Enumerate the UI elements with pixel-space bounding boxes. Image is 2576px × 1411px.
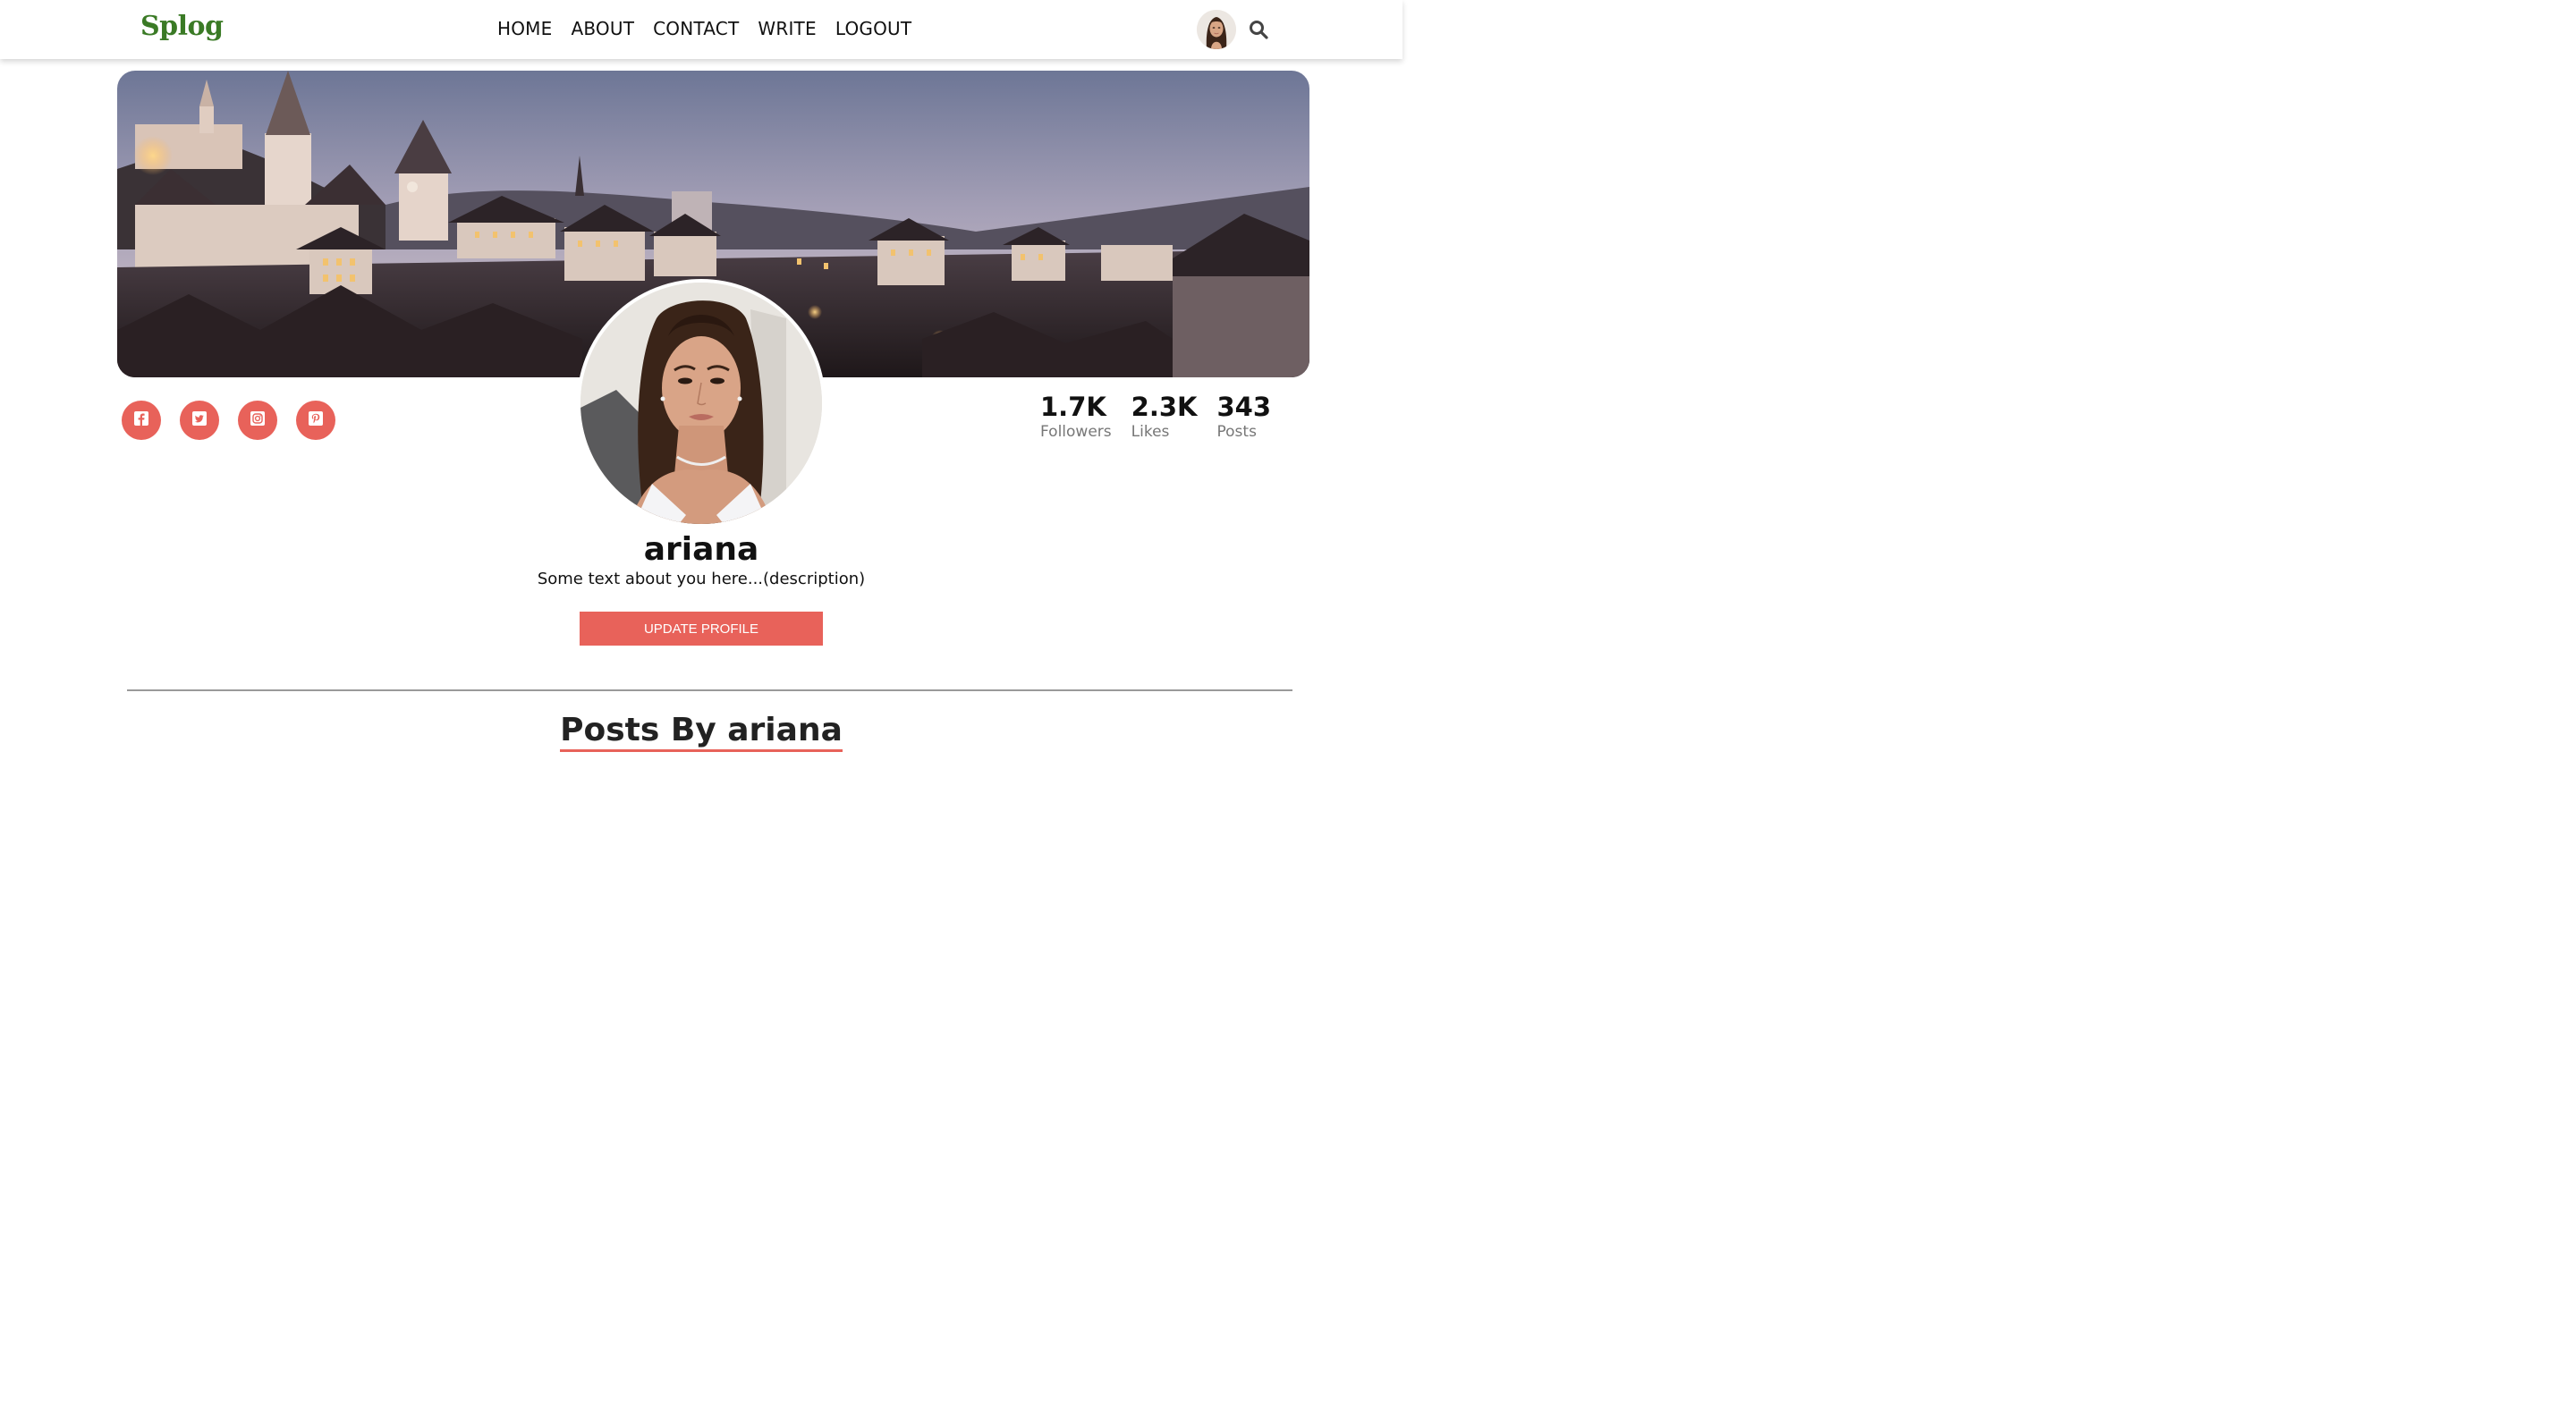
- profile-picture[interactable]: [577, 279, 826, 528]
- stat-value: 2.3K: [1131, 392, 1198, 422]
- profile-description: Some text about you here...(description): [537, 570, 866, 588]
- facebook-link[interactable]: [122, 401, 161, 440]
- nav-item-logout[interactable]: LOGOUT: [835, 18, 911, 39]
- stat-likes[interactable]: 2.3K Likes: [1131, 392, 1198, 441]
- main-nav: HOME ABOUT CONTACT WRITE LOGOUT: [497, 18, 911, 39]
- stat-label: Likes: [1131, 423, 1170, 441]
- pinterest-icon: [309, 411, 323, 429]
- stat-posts[interactable]: 343 Posts: [1217, 392, 1272, 441]
- user-avatar[interactable]: [1197, 10, 1236, 49]
- stat-followers[interactable]: 1.7K Followers: [1040, 392, 1112, 441]
- posts-title: Posts By ariana: [560, 712, 843, 752]
- update-profile-button[interactable]: UPDATE PROFILE: [580, 612, 823, 646]
- stat-value: 1.7K: [1040, 392, 1106, 422]
- top-navbar: Splog HOME ABOUT CONTACT WRITE LOGOUT: [0, 0, 1402, 59]
- stat-value: 343: [1216, 392, 1272, 422]
- search-icon[interactable]: [1249, 20, 1268, 39]
- nav-item-write[interactable]: WRITE: [758, 18, 816, 39]
- stat-label: Followers: [1040, 423, 1112, 441]
- site-logo[interactable]: Splog: [140, 11, 224, 42]
- nav-item-about[interactable]: ABOUT: [571, 18, 634, 39]
- instagram-icon: [250, 411, 265, 429]
- stat-label: Posts: [1216, 423, 1257, 441]
- nav-item-home[interactable]: HOME: [497, 18, 552, 39]
- instagram-link[interactable]: [238, 401, 277, 440]
- nav-item-contact[interactable]: CONTACT: [653, 18, 739, 39]
- section-divider: [127, 689, 1292, 691]
- profile-username: ariana: [643, 531, 759, 568]
- twitter-link[interactable]: [180, 401, 219, 440]
- facebook-icon: [134, 411, 148, 429]
- posts-section-heading: Posts By ariana: [0, 712, 1402, 752]
- pinterest-link[interactable]: [296, 401, 335, 440]
- profile-stats: 1.7K Followers 2.3K Likes 343 Posts: [1040, 392, 1271, 441]
- twitter-icon: [192, 411, 207, 429]
- social-links: [122, 401, 335, 440]
